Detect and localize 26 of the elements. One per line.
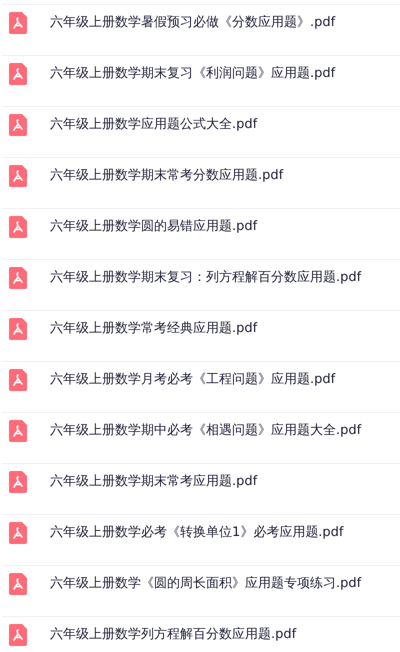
file-name[interactable]: 六年级上册数学期末常考分数应用题.pdf bbox=[50, 166, 284, 186]
file-name[interactable]: 六年级上册数学期中必考《相遇问题》应用题大全.pdf bbox=[50, 421, 362, 441]
file-name[interactable]: 六年级上册数学暑假预习必做《分数应用题》.pdf bbox=[50, 13, 336, 33]
file-name[interactable]: 六年级上册数学《圆的周长面积》应用题专项练习.pdf bbox=[50, 574, 362, 594]
pdf-file-icon bbox=[9, 573, 27, 595]
file-name[interactable]: 六年级上册数学应用题公式大全.pdf bbox=[50, 115, 258, 135]
file-name[interactable]: 六年级上册数学期末复习《利润问题》应用题.pdf bbox=[50, 64, 336, 84]
pdf-file-icon bbox=[9, 624, 27, 646]
pdf-file-icon bbox=[9, 522, 27, 544]
file-name[interactable]: 六年级上册数学月考必考《工程问题》应用题.pdf bbox=[50, 370, 336, 390]
pdf-file-icon bbox=[9, 267, 27, 289]
pdf-file-icon bbox=[9, 471, 27, 493]
pdf-file-icon bbox=[9, 420, 27, 442]
pdf-file-icon bbox=[9, 114, 27, 136]
file-name[interactable]: 六年级上册数学圆的易错应用题.pdf bbox=[50, 217, 258, 237]
pdf-file-icon bbox=[9, 318, 27, 340]
file-name[interactable]: 六年级上册数学期末常考应用题.pdf bbox=[50, 472, 258, 492]
pdf-file-icon bbox=[9, 369, 27, 391]
file-name[interactable]: 六年级上册数学列方程解百分数应用题.pdf bbox=[50, 625, 296, 645]
pdf-file-icon bbox=[9, 63, 27, 85]
pdf-file-icon bbox=[9, 165, 27, 187]
file-name[interactable]: 六年级上册数学常考经典应用题.pdf bbox=[50, 319, 258, 339]
file-name[interactable]: 六年级上册数学必考《转换单位1》必考应用题.pdf bbox=[50, 523, 344, 543]
file-name[interactable]: 六年级上册数学期末复习：列方程解百分数应用题.pdf bbox=[50, 268, 362, 288]
pdf-file-icon bbox=[9, 216, 27, 238]
pdf-file-icon bbox=[9, 12, 27, 34]
